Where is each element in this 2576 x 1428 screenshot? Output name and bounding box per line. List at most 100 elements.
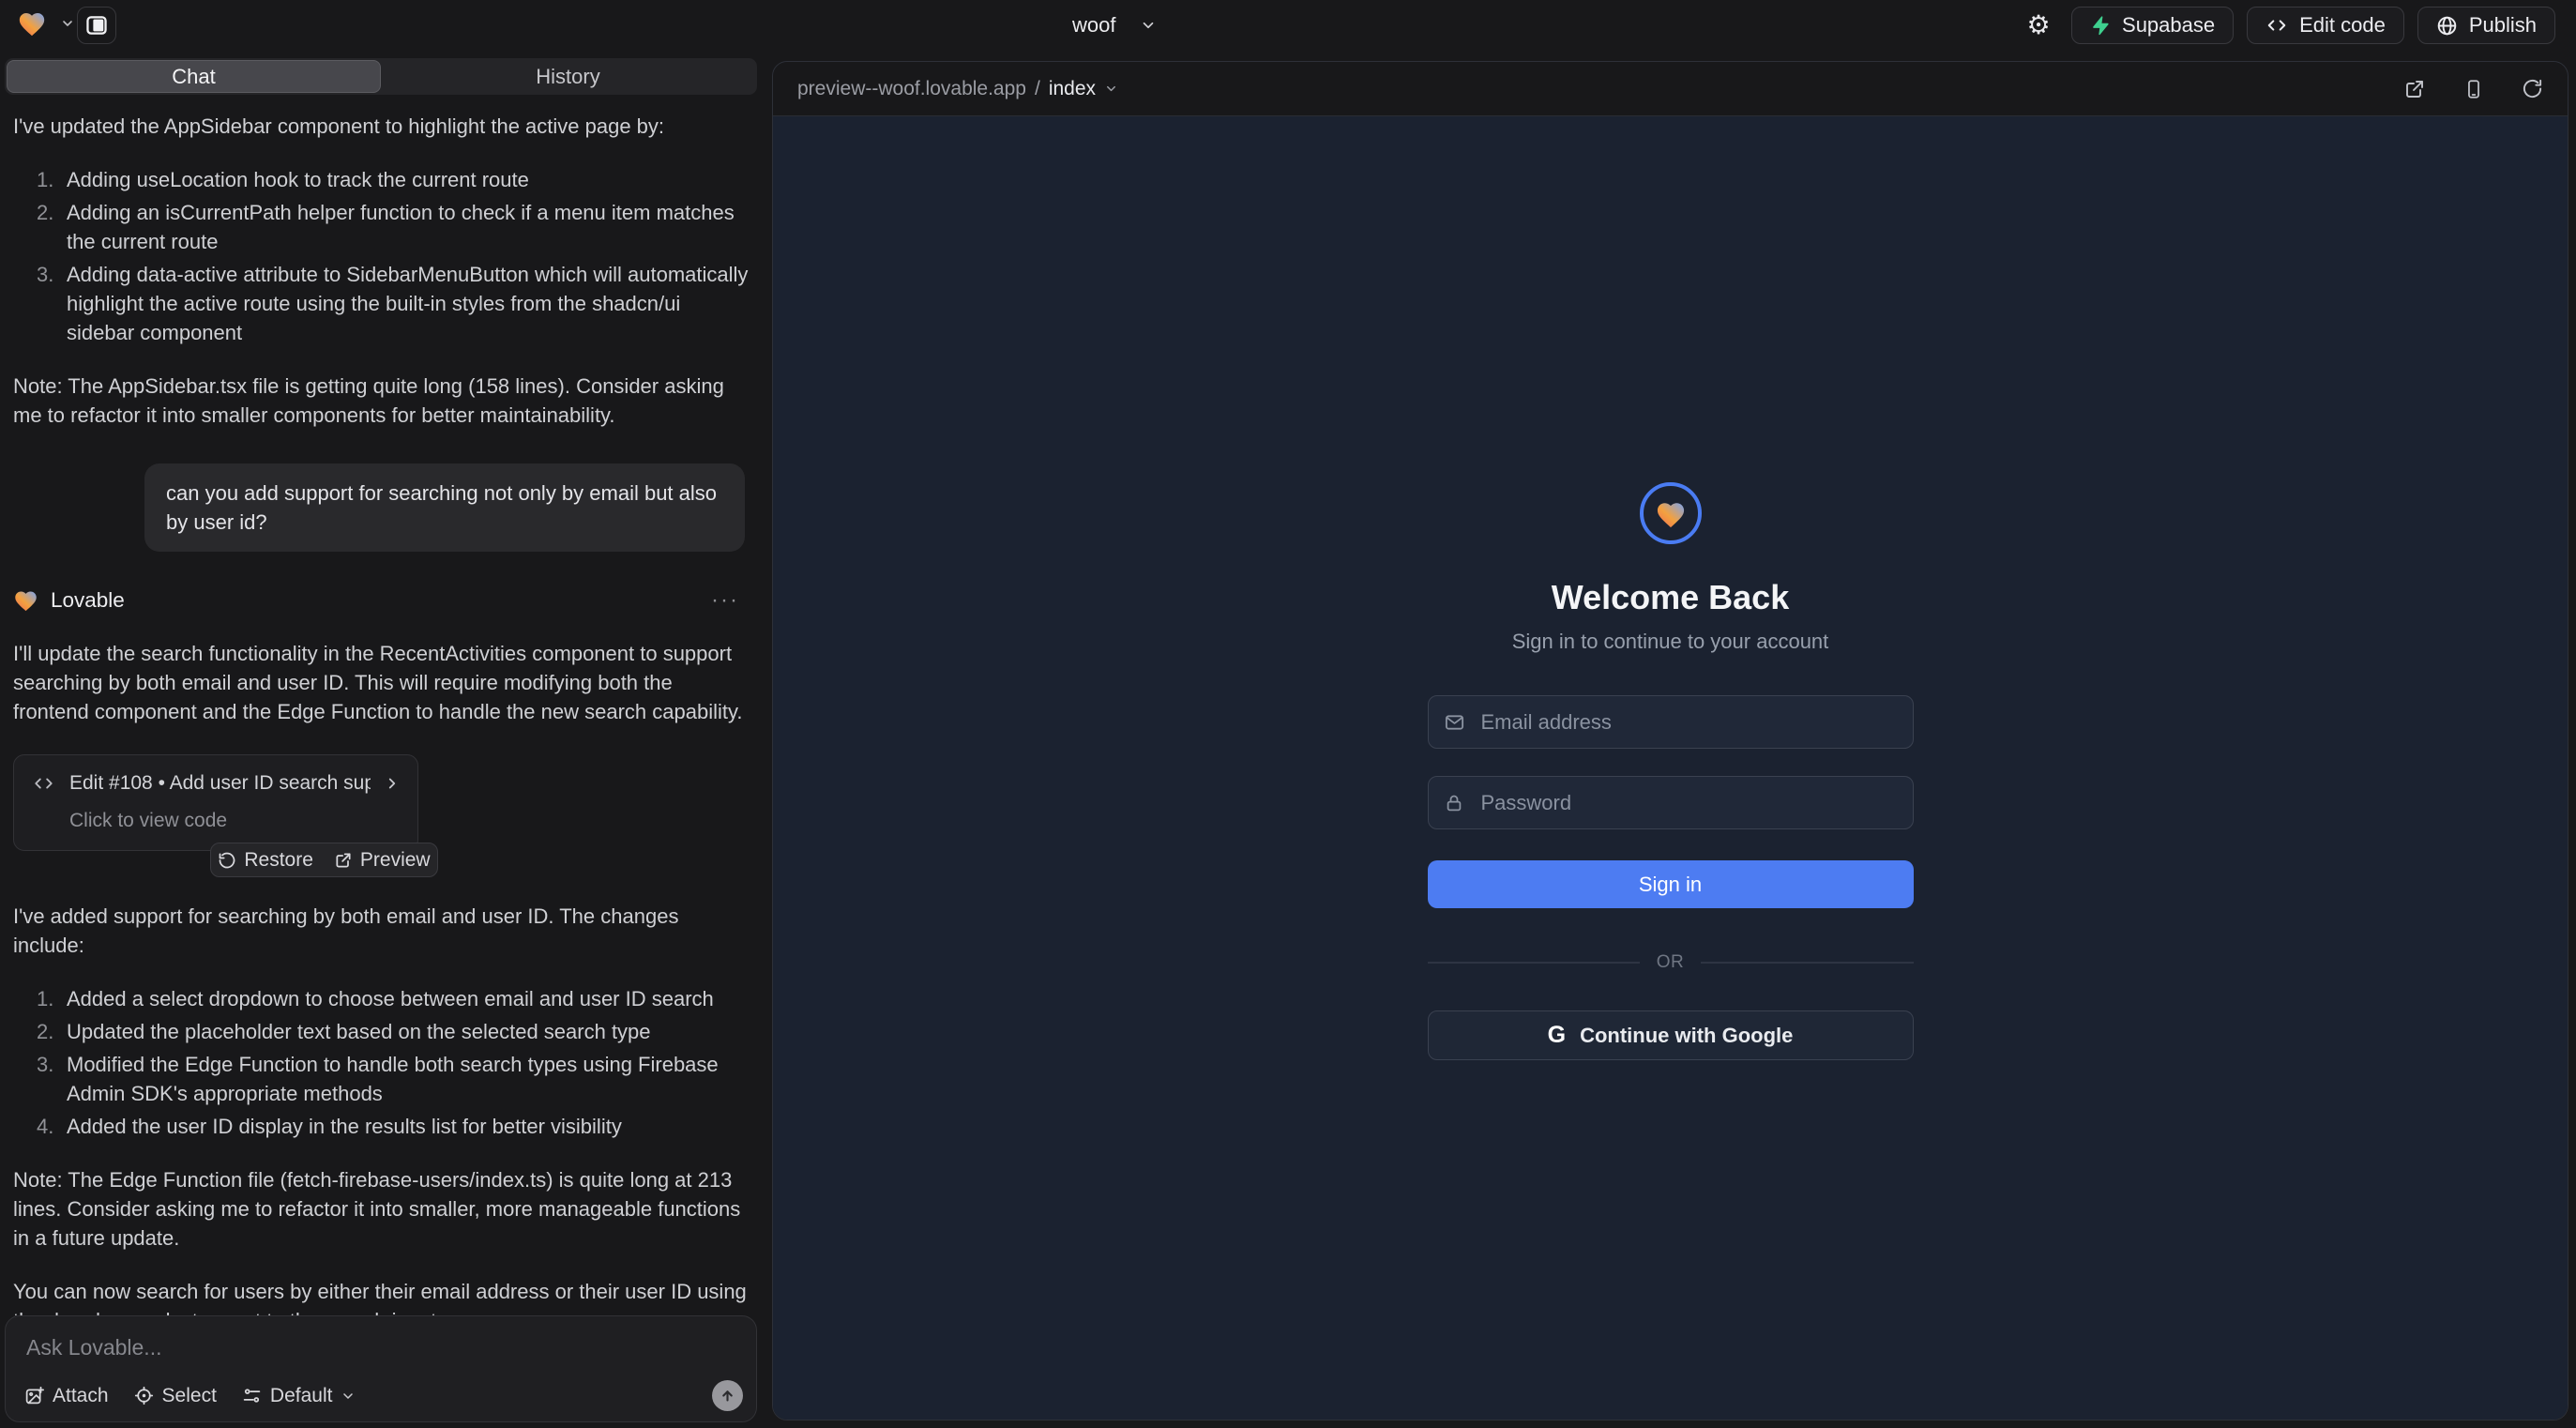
tab-history-label: History [536, 65, 599, 89]
publish-button-label: Publish [2469, 13, 2537, 38]
settings-button[interactable]: ⚙ [2019, 7, 2058, 44]
chevron-down-icon [341, 1389, 356, 1404]
attach-button[interactable]: Attach [24, 1385, 109, 1407]
lovable-logo-menu[interactable] [17, 9, 75, 37]
assistant-numbered-list: Added a select dropdown to choose betwee… [13, 984, 749, 1141]
select-button[interactable]: Select [134, 1385, 217, 1407]
supabase-bolt-icon [2090, 15, 2111, 36]
tab-chat[interactable]: Chat [7, 60, 381, 93]
preview-url-separator: / [1035, 78, 1040, 100]
project-switcher[interactable]: woof [1072, 0, 1157, 51]
chevron-right-icon [384, 775, 401, 792]
topbar-actions: ⚙ Supabase Edit code Publish [2019, 7, 2555, 44]
assistant-note: Note: The Edge Function file (fetch-fire… [13, 1165, 749, 1253]
project-name: woof [1072, 13, 1115, 38]
preview-actions [2403, 78, 2543, 100]
google-sign-in-label: Continue with Google [1580, 1024, 1793, 1048]
external-link-icon [334, 851, 353, 870]
chat-messages: I've updated the AppSidebar component to… [0, 95, 762, 1315]
preview-url-page: index [1049, 78, 1096, 100]
list-item: Adding useLocation hook to track the cur… [67, 165, 749, 194]
list-item: Modified the Edge Function to handle bot… [67, 1050, 749, 1108]
restore-icon [218, 851, 236, 870]
edit-card-subtitle: Click to view code [69, 806, 401, 835]
page-subtitle: Sign in to continue to your account [1512, 630, 1829, 654]
preview-app-viewport: Welcome Back Sign in to continue to your… [773, 116, 2568, 1420]
chevron-down-icon [60, 16, 75, 31]
edit-card-header: Edit #108 • Add user ID search supp... [31, 768, 401, 798]
edit-code-button[interactable]: Edit code [2247, 7, 2404, 44]
send-button[interactable] [712, 1380, 743, 1411]
supabase-button[interactable]: Supabase [2071, 7, 2234, 44]
preview-url-selector[interactable]: preview--woof.lovable.app / index [797, 78, 1118, 100]
globe-icon [2436, 15, 2458, 37]
mobile-view-button[interactable] [2463, 78, 2484, 100]
tab-history[interactable]: History [381, 60, 755, 93]
open-in-new-tab-button[interactable] [2403, 78, 2426, 100]
assistant-numbered-list: Adding useLocation hook to track the cur… [13, 165, 749, 347]
user-message-bubble: can you add support for searching not on… [144, 463, 745, 552]
restore-button-label: Restore [244, 849, 313, 872]
code-icon [31, 773, 56, 794]
attach-button-label: Attach [53, 1385, 109, 1407]
signin-form: Sign in OR G Continue with Google [1428, 695, 1914, 1060]
edit-version-card[interactable]: Edit #108 • Add user ID search supp... C… [13, 754, 418, 851]
assistant-paragraph: You can now search for users by either t… [13, 1277, 749, 1315]
version-actions-bar: Restore Preview [210, 843, 438, 877]
top-bar: woof ⚙ Supabase Edit code Publish [0, 0, 2576, 51]
or-divider: OR [1428, 952, 1914, 973]
chat-panel: Chat History I've updated the AppSidebar… [0, 51, 762, 1428]
email-field[interactable] [1428, 695, 1914, 749]
preview-url-host: preview--woof.lovable.app [797, 78, 1026, 100]
divider-label: OR [1657, 952, 1685, 973]
select-target-icon [134, 1386, 154, 1405]
publish-button[interactable]: Publish [2417, 7, 2555, 44]
mode-selector-label: Default [270, 1385, 333, 1407]
chat-history-tabs: Chat History [5, 58, 757, 95]
message-menu-button[interactable]: ··· [711, 585, 739, 615]
app-logo [1640, 482, 1702, 544]
signin-card: Welcome Back Sign in to continue to your… [1428, 482, 1914, 1060]
select-button-label: Select [162, 1385, 217, 1407]
list-item: Added the user ID display in the results… [67, 1112, 749, 1141]
sign-in-button[interactable]: Sign in [1428, 860, 1914, 908]
gear-icon: ⚙ [2026, 12, 2050, 38]
password-field-wrapper [1428, 776, 1914, 829]
assistant-note: Note: The AppSidebar.tsx file is getting… [13, 372, 749, 430]
edit-code-button-label: Edit code [2299, 13, 2386, 38]
tab-chat-label: Chat [172, 65, 215, 89]
restore-button[interactable]: Restore [218, 849, 313, 872]
composer-toolbar: Attach Select Default [24, 1380, 743, 1411]
google-sign-in-button[interactable]: G Continue with Google [1428, 1010, 1914, 1060]
assistant-paragraph: I'll update the search functionality in … [13, 639, 749, 726]
sidebar-toggle-button[interactable] [77, 7, 116, 44]
code-icon [2265, 15, 2288, 36]
list-item: Updated the placeholder text based on th… [67, 1017, 749, 1046]
divider-line [1701, 962, 1913, 964]
sign-in-button-label: Sign in [1639, 873, 1702, 896]
preview-button-label: Preview [360, 849, 431, 872]
envelope-icon [1444, 711, 1465, 733]
mode-selector[interactable]: Default [242, 1385, 356, 1407]
divider-line [1428, 962, 1640, 964]
chat-composer: Attach Select Default [5, 1315, 757, 1422]
google-g-icon: G [1548, 1022, 1566, 1049]
preview-button[interactable]: Preview [334, 849, 431, 872]
lock-icon [1444, 793, 1464, 813]
edit-card-title: Edit #108 • Add user ID search supp... [69, 768, 371, 798]
preview-header: preview--woof.lovable.app / index [773, 62, 2568, 116]
assistant-paragraph: I've added support for searching by both… [13, 902, 749, 960]
chevron-down-icon [1104, 82, 1118, 96]
refresh-button[interactable] [2522, 78, 2543, 99]
mobile-phone-icon [2463, 78, 2484, 100]
lovable-heart-icon [13, 588, 38, 612]
password-field[interactable] [1428, 776, 1914, 829]
preview-panel: preview--woof.lovable.app / index [772, 61, 2568, 1420]
user-message-text: can you add support for searching not on… [166, 481, 717, 534]
arrow-up-icon [720, 1388, 735, 1404]
sender-name: Lovable [51, 585, 125, 615]
assistant-sender-row: Lovable ··· [13, 585, 749, 615]
external-link-icon [2403, 78, 2426, 100]
page-title: Welcome Back [1552, 578, 1789, 617]
chevron-down-icon [1140, 17, 1157, 34]
